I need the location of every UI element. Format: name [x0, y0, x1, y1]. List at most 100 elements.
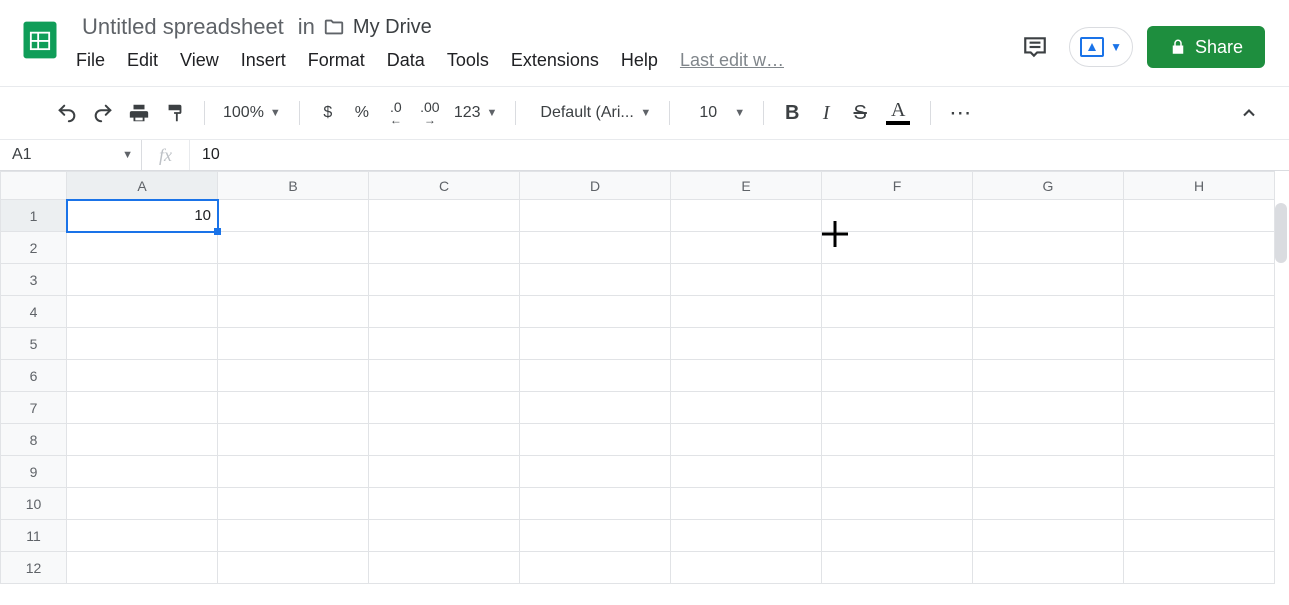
sheets-logo[interactable] [16, 8, 64, 72]
cell[interactable] [822, 424, 973, 456]
cell[interactable] [671, 232, 822, 264]
menu-format[interactable]: Format [308, 50, 365, 71]
cell[interactable] [218, 264, 369, 296]
cell[interactable] [822, 360, 973, 392]
cell[interactable] [369, 264, 520, 296]
number-format-dropdown[interactable]: 123▼ [448, 95, 504, 131]
row-header-1[interactable]: 1 [1, 200, 67, 232]
column-header-e[interactable]: E [671, 172, 822, 200]
cell[interactable] [218, 296, 369, 328]
currency-button[interactable]: $ [312, 95, 344, 131]
cell-h1[interactable] [1124, 200, 1275, 232]
cell[interactable] [520, 520, 671, 552]
cell[interactable] [369, 552, 520, 584]
cell-g1[interactable] [973, 200, 1124, 232]
cell[interactable] [671, 264, 822, 296]
folder-icon[interactable] [323, 16, 345, 38]
cell-f1[interactable] [822, 200, 973, 232]
vertical-scrollbar[interactable] [1275, 203, 1287, 263]
cell[interactable] [822, 296, 973, 328]
cell[interactable] [822, 264, 973, 296]
row-header-5[interactable]: 5 [1, 328, 67, 360]
bold-button[interactable]: B [776, 95, 808, 131]
cell[interactable] [520, 488, 671, 520]
cell[interactable] [671, 488, 822, 520]
cell[interactable] [218, 488, 369, 520]
cell[interactable] [218, 328, 369, 360]
cell[interactable] [369, 360, 520, 392]
cell[interactable] [822, 328, 973, 360]
strikethrough-button[interactable]: S [844, 95, 876, 131]
cell[interactable] [671, 360, 822, 392]
column-header-d[interactable]: D [520, 172, 671, 200]
cell[interactable] [218, 232, 369, 264]
row-header-8[interactable]: 8 [1, 424, 67, 456]
formula-input[interactable] [190, 140, 1289, 170]
cell[interactable] [67, 488, 218, 520]
cell[interactable] [67, 456, 218, 488]
cell[interactable] [671, 456, 822, 488]
cell[interactable] [1124, 552, 1275, 584]
increase-decimal-button[interactable]: .00→ [414, 95, 446, 131]
cell[interactable] [369, 328, 520, 360]
menu-data[interactable]: Data [387, 50, 425, 71]
cell[interactable] [67, 552, 218, 584]
menu-insert[interactable]: Insert [241, 50, 286, 71]
cell[interactable] [822, 392, 973, 424]
spreadsheet-grid[interactable]: A B C D E F G H 1 10 2 3 4 5 6 7 8 9 10 … [0, 171, 1289, 584]
decrease-decimal-button[interactable]: .0← [380, 95, 412, 131]
cell[interactable] [973, 552, 1124, 584]
cell[interactable] [369, 232, 520, 264]
italic-button[interactable]: I [810, 95, 842, 131]
cell[interactable] [671, 296, 822, 328]
menu-help[interactable]: Help [621, 50, 658, 71]
menu-edit[interactable]: Edit [127, 50, 158, 71]
menu-file[interactable]: File [76, 50, 105, 71]
cell[interactable] [369, 520, 520, 552]
cell[interactable] [1124, 424, 1275, 456]
cell[interactable] [973, 328, 1124, 360]
cell-d1[interactable] [520, 200, 671, 232]
cell[interactable] [1124, 360, 1275, 392]
row-header-6[interactable]: 6 [1, 360, 67, 392]
cell[interactable] [973, 520, 1124, 552]
cell[interactable] [520, 328, 671, 360]
redo-button[interactable] [86, 95, 120, 131]
cell[interactable] [1124, 392, 1275, 424]
cell[interactable] [973, 296, 1124, 328]
font-size-dropdown[interactable]: 10▼ [682, 95, 751, 131]
cell-b1[interactable] [218, 200, 369, 232]
column-header-g[interactable]: G [973, 172, 1124, 200]
cell[interactable] [369, 296, 520, 328]
cell[interactable] [973, 456, 1124, 488]
last-edit-link[interactable]: Last edit w… [680, 50, 784, 71]
cell[interactable] [1124, 520, 1275, 552]
zoom-dropdown[interactable]: 100%▼ [217, 95, 287, 131]
print-button[interactable] [122, 95, 156, 131]
row-header-10[interactable]: 10 [1, 488, 67, 520]
row-header-3[interactable]: 3 [1, 264, 67, 296]
cell[interactable] [822, 456, 973, 488]
row-header-9[interactable]: 9 [1, 456, 67, 488]
text-color-button[interactable]: A [878, 95, 918, 131]
cell[interactable] [1124, 296, 1275, 328]
cell[interactable] [822, 488, 973, 520]
percent-button[interactable]: % [346, 95, 378, 131]
cell[interactable] [973, 264, 1124, 296]
cell[interactable] [1124, 328, 1275, 360]
column-header-f[interactable]: F [822, 172, 973, 200]
cell[interactable] [973, 232, 1124, 264]
cell[interactable] [671, 520, 822, 552]
column-header-b[interactable]: B [218, 172, 369, 200]
cell[interactable] [671, 424, 822, 456]
cell-a1[interactable]: 10 [67, 200, 218, 232]
cell[interactable] [520, 552, 671, 584]
cell[interactable] [67, 296, 218, 328]
cell[interactable] [973, 392, 1124, 424]
cell-c1[interactable] [369, 200, 520, 232]
cell[interactable] [520, 296, 671, 328]
cell[interactable] [520, 456, 671, 488]
cell[interactable] [218, 392, 369, 424]
cell[interactable] [671, 328, 822, 360]
row-header-2[interactable]: 2 [1, 232, 67, 264]
